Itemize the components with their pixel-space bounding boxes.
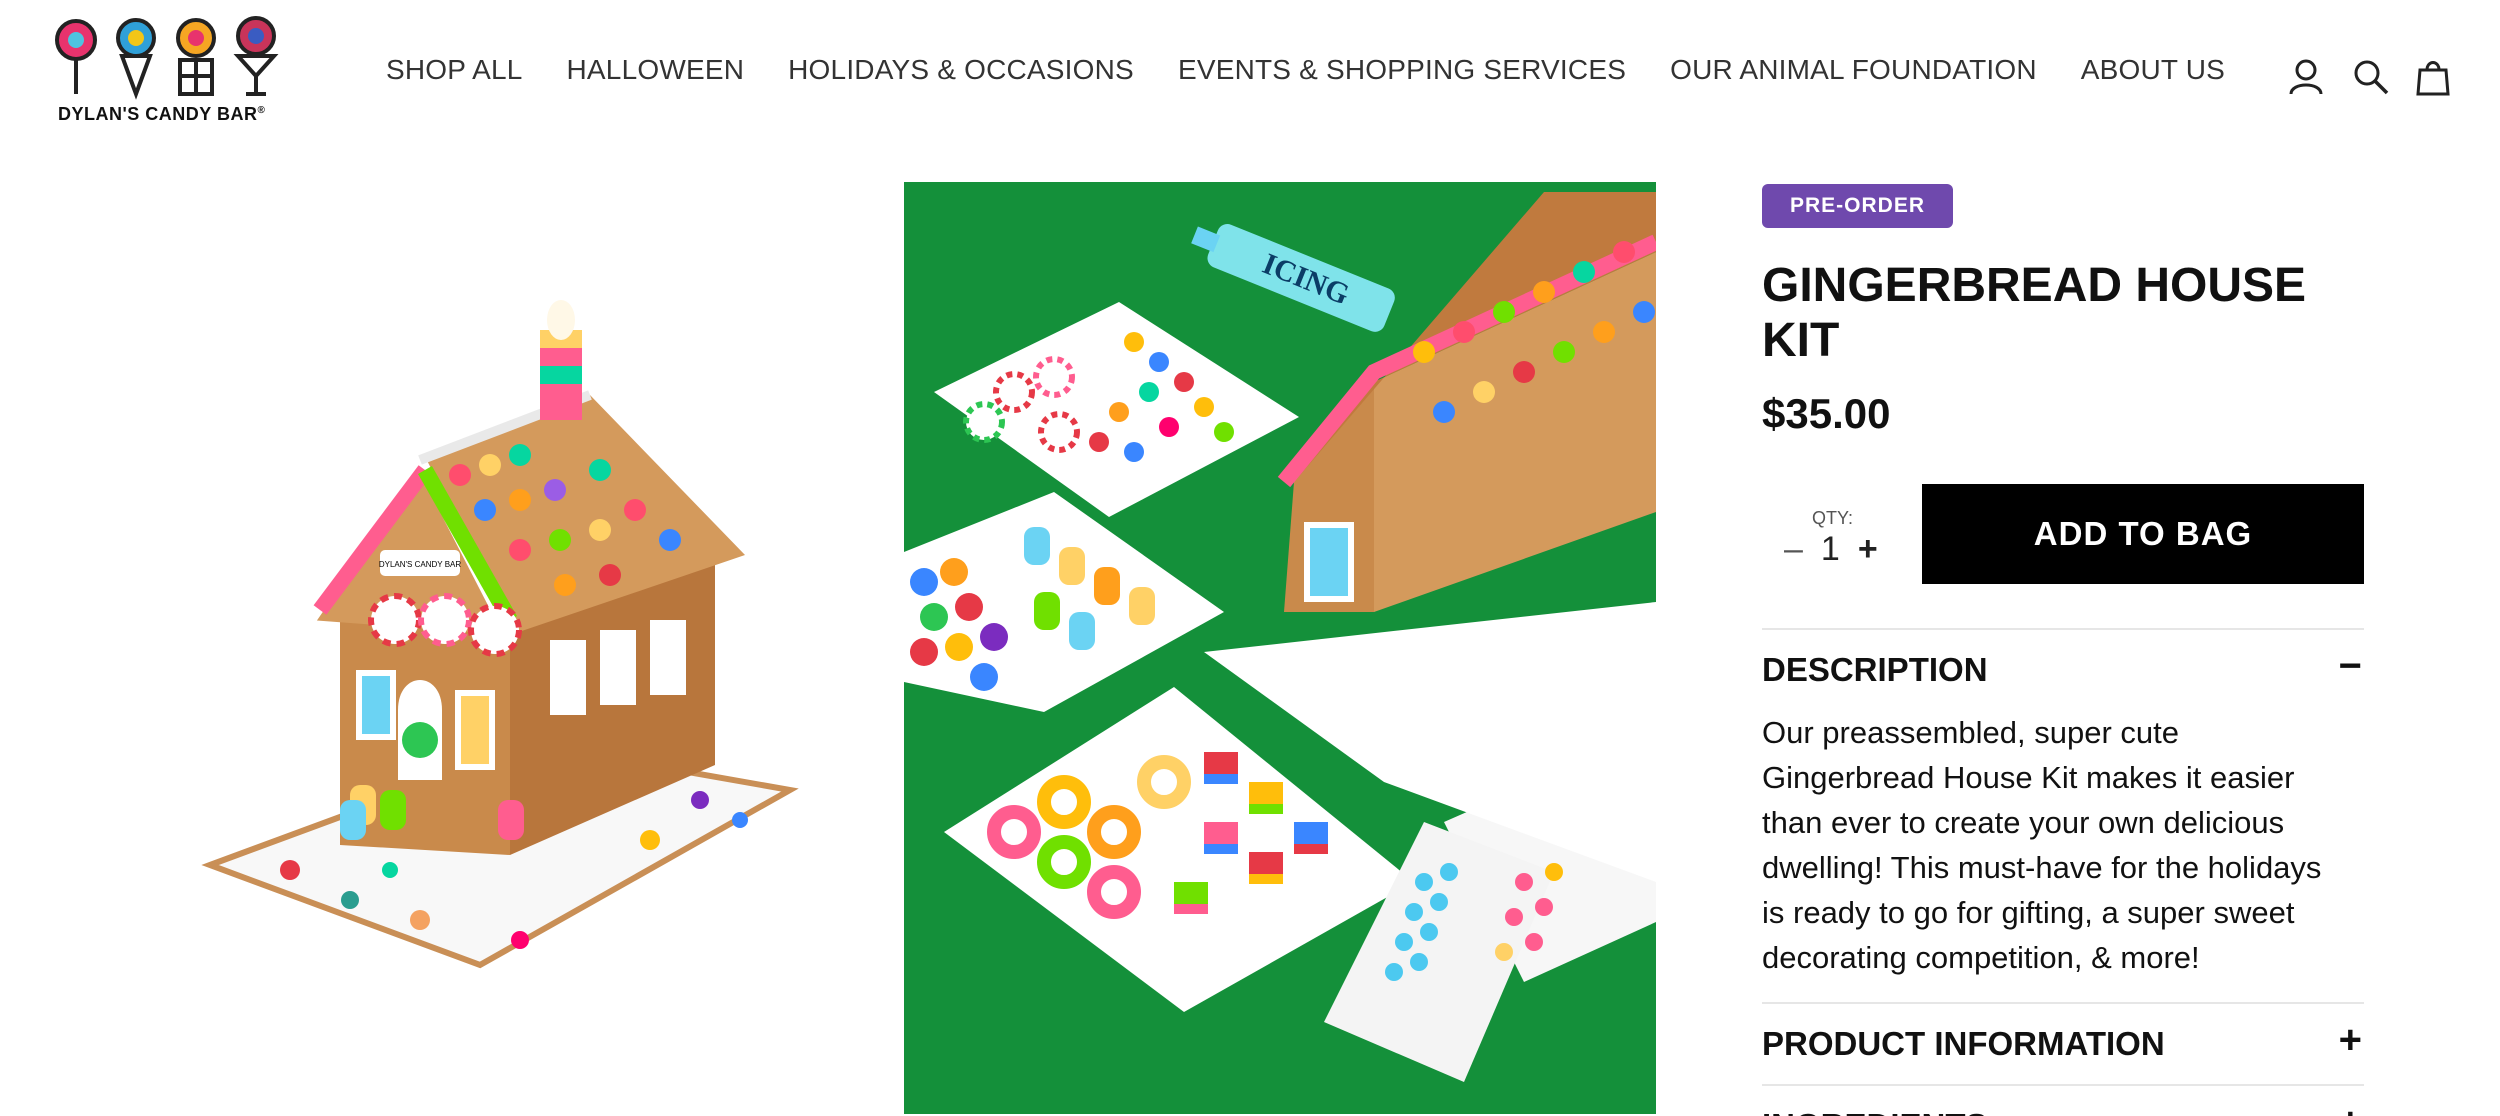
pre-order-badge: PRE-ORDER (1762, 184, 1954, 228)
dylans-candy-bar-logo[interactable]: DYLAN'S CANDY BAR® (52, 16, 292, 126)
nav-shop-all[interactable]: SHOP ALL (386, 54, 523, 86)
accordion-description-header[interactable]: DESCRIPTION − (1762, 630, 2364, 710)
site-header: DYLAN'S CANDY BAR® SHOP ALL HALLOWEEN HO… (0, 0, 2500, 140)
lollipop-logo-icon (55, 16, 279, 100)
qty-label: QTY: (1812, 508, 1854, 528)
search-icon[interactable] (2352, 58, 2389, 96)
accordion-ingredients-label: INGREDIENTS (1762, 1107, 1988, 1116)
purchase-row: QTY: – 1 + ADD TO BAG (1762, 484, 2364, 584)
expand-icon[interactable]: + (2339, 1100, 2362, 1116)
accordion-description-label: DESCRIPTION (1762, 651, 1988, 688)
nav-holidays-occasions[interactable]: HOLIDAYS & OCCASIONS (788, 54, 1134, 86)
product-info-panel: PRE-ORDER GINGERBREAD HOUSE KIT $35.00 Q… (1762, 184, 2364, 1116)
header-icons (2288, 58, 2452, 96)
product-price: $35.00 (1762, 390, 1891, 437)
product-main-image[interactable]: ICING (904, 182, 1656, 1114)
qty-decrease-button[interactable]: – (1784, 530, 1803, 569)
main-nav: SHOP ALL HALLOWEEN HOLIDAYS & OCCASIONS … (386, 54, 2225, 86)
account-icon[interactable] (2288, 58, 2324, 96)
quantity-stepper: – 1 + (1784, 530, 1878, 569)
qty-value[interactable]: 1 (1821, 530, 1840, 569)
expand-icon[interactable]: + (2339, 1018, 2362, 1063)
description-text: Our preassembled, super cute Gingerbread… (1762, 715, 2322, 975)
accordion-ingredients-header[interactable]: INGREDIENTS + (1762, 1086, 2364, 1116)
add-to-bag-button[interactable]: ADD TO BAG (1922, 484, 2364, 584)
nav-our-animal-foundation[interactable]: OUR ANIMAL FOUNDATION (1670, 54, 2037, 86)
house-sign-text: DYLAN'S CANDY BAR (379, 560, 462, 569)
nav-halloween[interactable]: HALLOWEEN (567, 54, 745, 86)
nav-events-shopping-services[interactable]: EVENTS & SHOPPING SERVICES (1178, 54, 1626, 86)
accordion-product-information-header[interactable]: PRODUCT INFORMATION + (1762, 1004, 2364, 1084)
nav-about-us[interactable]: ABOUT US (2081, 54, 2225, 86)
accordion-product-information-label: PRODUCT INFORMATION (1762, 1025, 2165, 1062)
product-thumbnail-house[interactable]: DYLAN'S CANDY BAR (180, 180, 820, 1060)
bag-icon[interactable] (2416, 58, 2452, 96)
product-title: GINGERBREAD HOUSE KIT (1762, 259, 2307, 367)
logo-wordmark: DYLAN'S CANDY BAR® (58, 104, 266, 124)
collapse-icon[interactable]: − (2339, 644, 2362, 689)
qty-increase-button[interactable]: + (1858, 530, 1878, 569)
